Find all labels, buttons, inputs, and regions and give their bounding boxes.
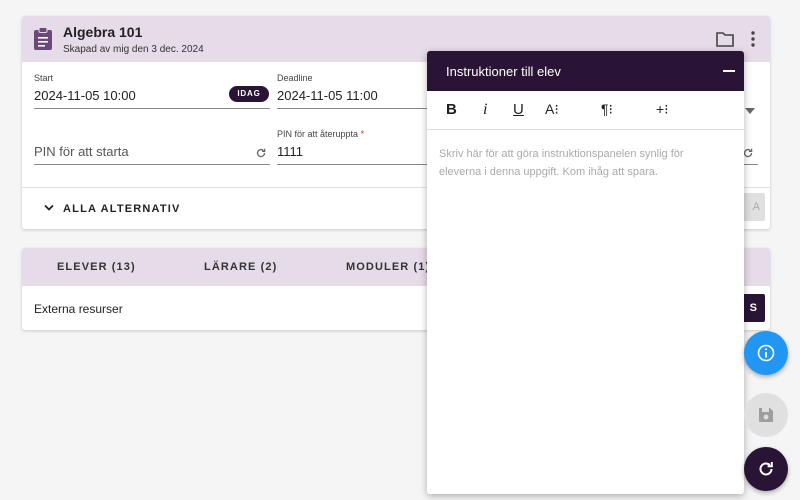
pin-resume-underline: [277, 164, 437, 165]
folder-icon[interactable]: [716, 31, 734, 47]
external-resources-label: Externa resurser: [34, 302, 123, 316]
editor-toolbar: B i U A⁝ ¶⁝ +⁝: [427, 91, 744, 130]
paragraph-button[interactable]: ¶⁝: [601, 101, 613, 118]
today-chip[interactable]: IDAG: [229, 86, 269, 102]
font-size-button[interactable]: A⁝: [545, 101, 559, 118]
all-options-toggle[interactable]: ALLA ALTERNATIV: [63, 203, 181, 215]
tab-modules[interactable]: MODULER (1): [346, 261, 430, 273]
underline-button[interactable]: U: [513, 101, 524, 118]
pin-start-input[interactable]: PIN för att starta: [34, 144, 129, 159]
instructions-panel-header: Instruktioner till elev: [427, 51, 744, 91]
instructions-panel-title: Instruktioner till elev: [446, 64, 561, 79]
instructions-editor[interactable]: Skriv här för att göra instruktionspanel…: [439, 145, 714, 181]
pin-resume-label: PIN för att återuppta *: [277, 129, 365, 139]
info-icon: [757, 344, 775, 362]
more-vert-icon[interactable]: [749, 30, 757, 48]
start-underline: [34, 108, 270, 109]
info-button[interactable]: [744, 331, 788, 375]
assignment-subtitle: Skapad av mig den 3 dec. 2024: [63, 44, 204, 55]
minimize-icon[interactable]: [723, 70, 735, 72]
dropdown-arrow-icon[interactable]: [745, 108, 755, 114]
pin-start-underline: [34, 164, 270, 165]
instructions-panel: Instruktioner till elev B i U A⁝ ¶⁝ +⁝ S…: [427, 51, 744, 494]
refresh-icon[interactable]: [743, 148, 753, 158]
insert-button[interactable]: +⁝: [656, 101, 669, 118]
deadline-input[interactable]: 2024-11-05 11:00: [277, 88, 378, 103]
save-button[interactable]: [744, 393, 788, 437]
bold-button[interactable]: B: [446, 101, 457, 118]
tab-teachers[interactable]: LÄRARE (2): [204, 261, 277, 273]
italic-button[interactable]: i: [483, 101, 487, 119]
chevron-down-icon[interactable]: [44, 204, 54, 212]
pin-resume-input[interactable]: 1111: [277, 144, 303, 159]
refresh-icon: [759, 462, 773, 476]
assignment-title: Algebra 101: [63, 24, 143, 40]
refresh-icon[interactable]: [256, 148, 266, 158]
deadline-label: Deadline: [277, 73, 313, 83]
deadline-underline: [277, 108, 437, 109]
save-icon: [759, 408, 773, 422]
tab-students[interactable]: ELEVER (13): [57, 261, 136, 273]
start-input[interactable]: 2024-11-05 10:00: [34, 88, 136, 103]
clipboard-icon: [34, 27, 52, 50]
refresh-button[interactable]: [744, 447, 788, 491]
start-label: Start: [34, 73, 54, 83]
